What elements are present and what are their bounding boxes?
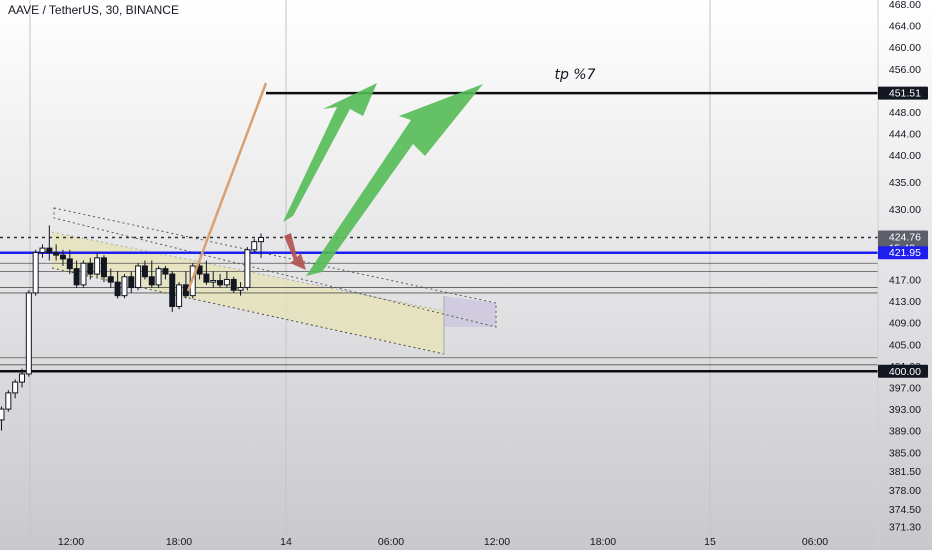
candle-up[interactable] <box>258 237 265 243</box>
candle-down[interactable] <box>46 247 53 253</box>
candle-up[interactable] <box>251 241 258 251</box>
candle-up[interactable] <box>25 292 32 375</box>
price-tick-label: 405.00 <box>889 339 921 351</box>
candle-down[interactable] <box>53 251 60 256</box>
price-tick-label: 430.00 <box>889 204 921 216</box>
price-tick-label: 385.00 <box>889 447 921 459</box>
price-tick-label: 378.00 <box>889 485 921 497</box>
price-tick-label: 389.00 <box>889 426 921 438</box>
candle-down[interactable] <box>59 254 66 260</box>
price-tick-label: 374.50 <box>889 504 921 516</box>
price-tick-label: 440.00 <box>889 150 921 162</box>
candle-down[interactable] <box>148 276 155 286</box>
price-tick-label: 381.50 <box>889 466 921 478</box>
time-tick-label: 06:00 <box>378 536 404 548</box>
time-tick-label: 12:00 <box>58 536 84 548</box>
price-tick-label: 397.00 <box>889 382 921 394</box>
candle-up[interactable] <box>223 278 230 286</box>
price-tick-label: 464.00 <box>889 21 921 33</box>
time-tick-label: 06:00 <box>802 536 828 548</box>
time-tick-label: 18:00 <box>590 536 616 548</box>
candle-down[interactable] <box>100 257 107 278</box>
price-tag-label: 400.00 <box>889 366 921 378</box>
candle-down[interactable] <box>169 273 176 307</box>
candle-down[interactable] <box>230 278 237 291</box>
candle-down[interactable] <box>162 268 169 275</box>
symbol-title: AAVE / TetherUS, 30, BINANCE <box>8 3 179 17</box>
candle-down[interactable] <box>203 273 210 283</box>
candle-up[interactable] <box>176 284 183 307</box>
price-tick-label: 444.00 <box>889 129 921 141</box>
candle-down[interactable] <box>217 280 224 286</box>
candle-up[interactable] <box>12 381 19 394</box>
candle-up[interactable] <box>155 268 162 286</box>
candle-down[interactable] <box>107 276 114 283</box>
target-label: tp %7 <box>554 67 595 83</box>
candle-down[interactable] <box>66 258 73 270</box>
time-tick-label: 15 <box>704 536 716 548</box>
price-tick-label: 409.00 <box>889 318 921 330</box>
time-tick-label: 12:00 <box>484 536 510 548</box>
candle-up[interactable] <box>0 408 5 421</box>
price-tick-label: 460.00 <box>889 42 921 54</box>
price-tick-label: 417.00 <box>889 274 921 286</box>
time-tick-label: 14 <box>280 536 292 548</box>
price-tick-label: 456.00 <box>889 64 921 76</box>
candle-up[interactable] <box>121 276 128 297</box>
candle-up[interactable] <box>5 392 12 410</box>
candle-down[interactable] <box>73 268 80 286</box>
candle-up[interactable] <box>94 257 101 275</box>
candle-up[interactable] <box>237 287 244 291</box>
candle-down[interactable] <box>87 262 94 275</box>
price-tick-label: 371.30 <box>889 521 921 533</box>
price-tag-label: 421.95 <box>889 247 921 259</box>
candle-up[interactable] <box>39 247 46 253</box>
price-chart[interactable]: 468.00 464.00 460.00 456.00 448.00 444.00 440.… <box>0 0 932 550</box>
price-tick-label: 393.00 <box>889 404 921 416</box>
candle-up[interactable] <box>210 280 217 283</box>
time-tick-label: 18:00 <box>166 536 192 548</box>
price-tick-label: 448.00 <box>889 107 921 119</box>
candle-up[interactable] <box>80 262 87 286</box>
price-tick-label: 435.00 <box>889 177 921 189</box>
price-tick-label: 468.00 <box>889 0 921 11</box>
candle-up[interactable] <box>244 249 251 289</box>
candle-down[interactable] <box>141 265 148 278</box>
candle-down[interactable] <box>128 276 135 289</box>
price-tick-label: 413.00 <box>889 296 921 308</box>
candle-up[interactable] <box>32 251 39 294</box>
candle-down[interactable] <box>114 281 121 297</box>
price-tag-label: 451.51 <box>889 88 921 100</box>
candle-up[interactable] <box>135 265 142 289</box>
candle-up[interactable] <box>18 373 25 383</box>
